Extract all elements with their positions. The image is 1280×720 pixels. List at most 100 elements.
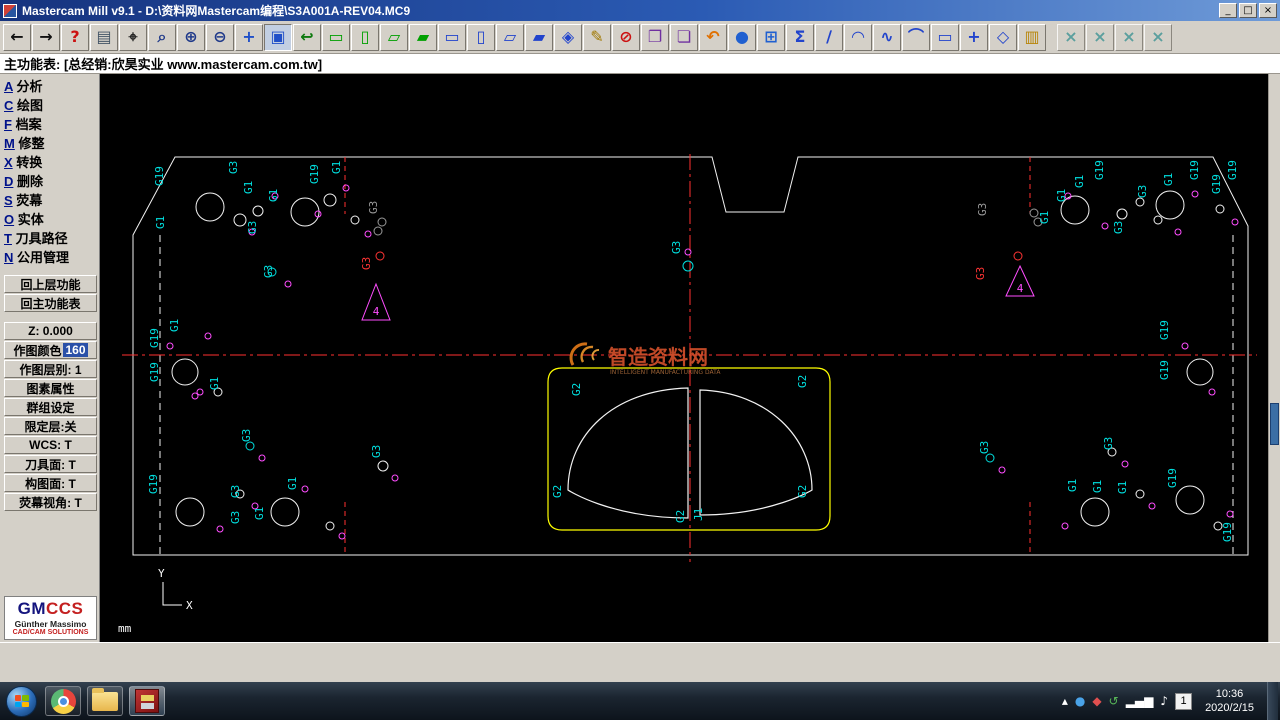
- sketch-button[interactable]: ✎: [583, 23, 611, 51]
- explorer-taskbar-button[interactable]: [87, 686, 123, 716]
- attributes-button[interactable]: 图素属性: [4, 379, 97, 397]
- svg-text:G3: G3: [1112, 221, 1125, 234]
- back-button[interactable]: ←: [3, 23, 31, 51]
- help-icon: ?: [70, 27, 80, 46]
- cview-isometric-button[interactable]: ▰: [525, 23, 553, 51]
- watermark-text: 智造资料网: [608, 345, 708, 369]
- menu-item-d[interactable]: D 删除: [4, 171, 97, 190]
- menu-item-m[interactable]: M 修整: [4, 133, 97, 152]
- level-limit-button[interactable]: 限定层:关: [4, 417, 97, 435]
- menu-item-x[interactable]: X 转换: [4, 152, 97, 171]
- screen-grab-button[interactable]: ⊞: [757, 23, 785, 51]
- disabled-tool-3-button[interactable]: ×: [1115, 23, 1143, 51]
- menu-item-f[interactable]: F 档案: [4, 114, 97, 133]
- unzoom-button[interactable]: ⊖: [206, 23, 234, 51]
- delete-button[interactable]: ⊘: [612, 23, 640, 51]
- create-point-button[interactable]: +: [960, 23, 988, 51]
- svg-text:G19: G19: [1158, 360, 1171, 380]
- xform-button[interactable]: ◇: [989, 23, 1017, 51]
- disabled-tool-2-button[interactable]: ×: [1086, 23, 1114, 51]
- browser-taskbar-button[interactable]: [45, 686, 81, 716]
- cview-front-button[interactable]: ▯: [467, 23, 495, 51]
- multi-window-button[interactable]: ❐: [641, 23, 669, 51]
- tile-window-button[interactable]: ❏: [670, 23, 698, 51]
- menu-item-a[interactable]: A 分析: [4, 76, 97, 95]
- gview-setting-button[interactable]: 荧幕视角: T: [4, 493, 97, 511]
- graphics-area[interactable]: G19 G3 G1 G1 G19 G1 G1 G3 G3 G3 G3 G3 G3 G3 G1 G1 G1 G19 G…: [100, 74, 1268, 642]
- menu-item-s[interactable]: S 荧幕: [4, 190, 97, 209]
- cad-canvas[interactable]: G19 G3G1G1G19 G1G1 G3G3G3G3G3G3G3G1G1G1G19G…: [100, 74, 1268, 642]
- disabled-tool-1-button[interactable]: ×: [1057, 23, 1085, 51]
- sidebar-nav: 回上层功能 回主功能表: [4, 275, 97, 313]
- svg-text:G19: G19: [1158, 320, 1171, 340]
- construction-plane-button[interactable]: 构图面: T: [4, 474, 97, 492]
- svg-text:G1: G1: [1073, 175, 1086, 188]
- group-settings-button[interactable]: 群组设定: [4, 398, 97, 416]
- wcs-button[interactable]: WCS: T: [4, 436, 97, 454]
- pan-button[interactable]: +: [235, 23, 263, 51]
- zoom-in-button[interactable]: ⊕: [177, 23, 205, 51]
- back-menu-button[interactable]: 回上层功能: [4, 275, 97, 293]
- gview-isometric-button[interactable]: ▰: [409, 23, 437, 51]
- start-button[interactable]: [6, 685, 37, 717]
- gview-front-button[interactable]: ▯: [351, 23, 379, 51]
- cview-side-button[interactable]: ▱: [496, 23, 524, 51]
- forward-button[interactable]: →: [32, 23, 60, 51]
- gview-top-button[interactable]: ▭: [322, 23, 350, 51]
- menu-label: 修整: [14, 136, 45, 151]
- menu-item-c[interactable]: C 绘图: [4, 95, 97, 114]
- close-button[interactable]: ×: [1259, 3, 1277, 18]
- create-fillet-button[interactable]: ⌒: [902, 23, 930, 51]
- taskbar-clock[interactable]: 10:36 2020/2/15: [1199, 687, 1260, 716]
- input-method-badge[interactable]: 1: [1175, 692, 1193, 710]
- z-depth-button[interactable]: Z: 0.000: [4, 322, 97, 340]
- cview-top-button[interactable]: ▭: [438, 23, 466, 51]
- svg-text:G19: G19: [1226, 160, 1239, 180]
- disabled-tool-4-button[interactable]: ×: [1144, 23, 1172, 51]
- create-spline-button[interactable]: ∿: [873, 23, 901, 51]
- zoom-previous-button[interactable]: ↩: [293, 23, 321, 51]
- analyze-button[interactable]: ⌖: [119, 23, 147, 51]
- axis-x-label: X: [186, 599, 193, 612]
- menu-label: 绘图: [13, 98, 44, 113]
- create-rectangle-button[interactable]: ▭: [931, 23, 959, 51]
- canvas-scrollbar[interactable]: [1268, 74, 1280, 642]
- gview-side-button[interactable]: ▱: [380, 23, 408, 51]
- show-desktop-button[interactable]: [1267, 682, 1278, 720]
- mastercam-taskbar-button[interactable]: [129, 686, 165, 716]
- menu-item-o[interactable]: O 实体: [4, 209, 97, 228]
- menu-item-n[interactable]: N 公用管理: [4, 247, 97, 266]
- prompt-area: [0, 642, 1280, 682]
- tool-plane-button[interactable]: 刀具面: T: [4, 455, 97, 473]
- disabled-tool-2-icon: ×: [1093, 27, 1107, 46]
- menu-item-t[interactable]: T 刀具路径: [4, 228, 97, 247]
- job-setup-icon: ▥: [1024, 27, 1040, 46]
- main-menu-button[interactable]: 回主功能表: [4, 294, 97, 312]
- draw-color-button[interactable]: 作图颜色 160: [4, 341, 97, 359]
- update-tray-icon[interactable]: ↺: [1109, 695, 1119, 707]
- maximize-button[interactable]: □: [1239, 3, 1257, 18]
- help-button[interactable]: ?: [61, 23, 89, 51]
- undo-icon: ↶: [706, 27, 720, 46]
- minimize-button[interactable]: _: [1219, 3, 1237, 18]
- create-arc-button[interactable]: ◠: [844, 23, 872, 51]
- file-notes-button[interactable]: ▤: [90, 23, 118, 51]
- calculator-sigma-button[interactable]: Σ: [786, 23, 814, 51]
- fit-screen-button[interactable]: ▣: [264, 23, 292, 51]
- shade-button[interactable]: ●: [728, 23, 756, 51]
- draw-level-button[interactable]: 作图层别: 1: [4, 360, 97, 378]
- messenger-tray-icon[interactable]: ●: [1075, 695, 1085, 707]
- antivirus-tray-icon[interactable]: ◆: [1092, 695, 1101, 707]
- volume-tray-icon[interactable]: ♪: [1160, 695, 1168, 707]
- scrollbar-thumb[interactable]: [1270, 403, 1279, 446]
- back-icon: ←: [10, 27, 24, 46]
- job-setup-button[interactable]: ▥: [1018, 23, 1046, 51]
- create-line-button[interactable]: ∕: [815, 23, 843, 51]
- toolbar: ← →? ▤ ⌖ ⌕ ⊕ ⊖ + ▣ ↩ ▭ ▯ ▱ ▰ ▭ ▯ ▱ ▰ ◈ ✎ ⊘ ❐ ❏ ↶ ● ⊞ Σ ∕ ◠ ∿ ⌒ ▭ + ◇ ▥ × × × ×: [0, 21, 1280, 54]
- hidden-icons-chevron[interactable]: ▴: [1062, 695, 1068, 707]
- cview-normal-button[interactable]: ◈: [554, 23, 582, 51]
- zoom-window-button[interactable]: ⌕: [148, 23, 176, 51]
- tile-window-icon: ❏: [676, 27, 692, 46]
- network-tray-icon[interactable]: ▂▄▆: [1126, 695, 1154, 707]
- undo-button[interactable]: ↶: [699, 23, 727, 51]
